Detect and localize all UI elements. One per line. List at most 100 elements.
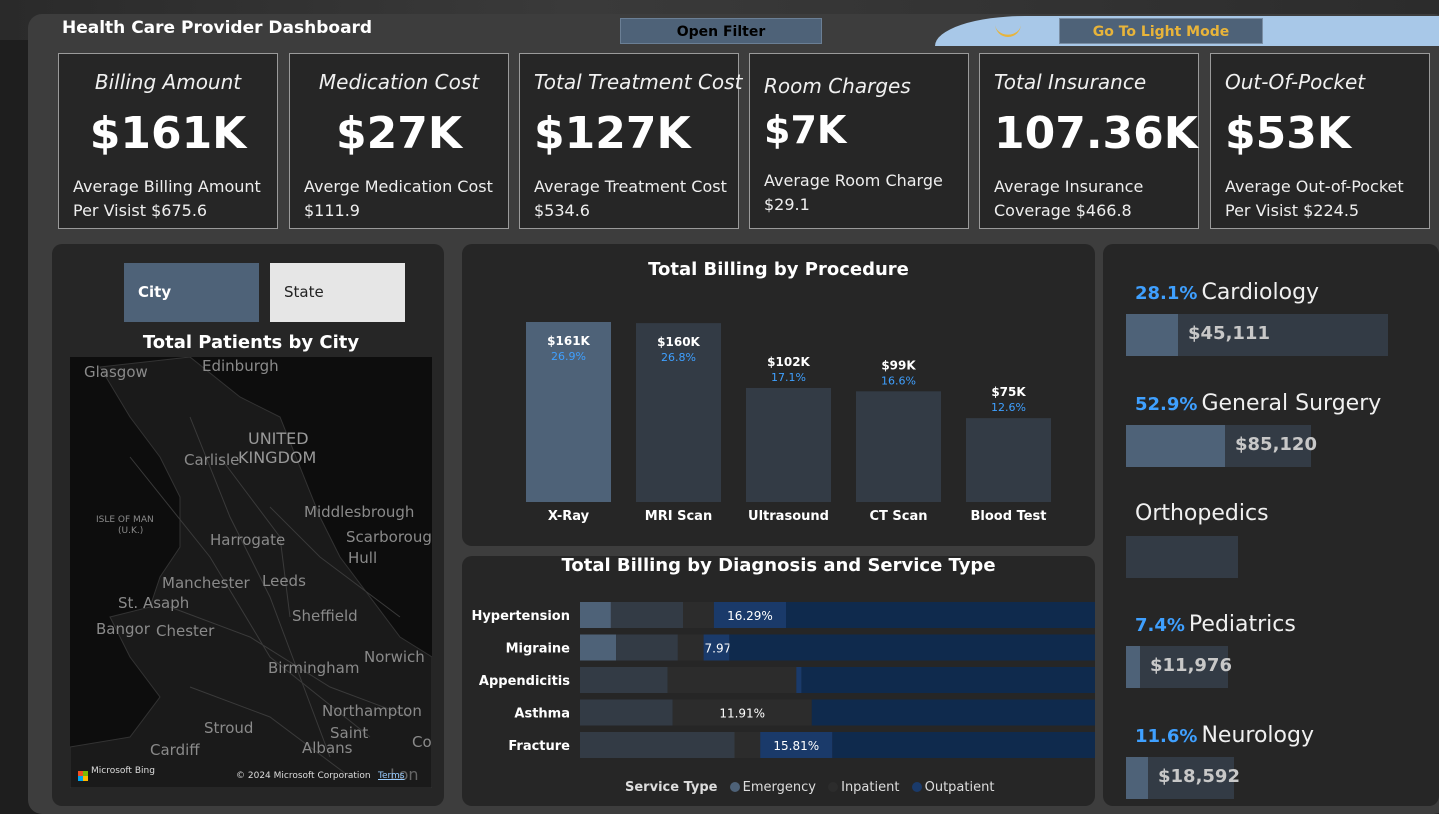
stack-segment[interactable] (801, 667, 1095, 693)
stack-segment[interactable] (811, 699, 1095, 726)
dept-value: $45,111 (1188, 323, 1270, 344)
kpi-label: Total Insurance (994, 70, 1147, 94)
stack-segment[interactable] (832, 732, 1095, 758)
category-label: Ultrasound (748, 509, 829, 524)
open-filter-button[interactable]: Open Filter (620, 18, 822, 44)
map-title: Total Patients by City (142, 332, 360, 353)
dept-bar-pediatrics[interactable]: $11,976 (1126, 646, 1232, 688)
city-map[interactable]: Glasgow Edinburgh UNITED KINGDOM Carlisl… (70, 357, 432, 788)
dept-label-pediatrics: 7.4% Pediatrics (1135, 612, 1296, 637)
map-label: Chester (156, 622, 215, 640)
procedure-bar-chart: $161K 26.9% X-Ray $160K 26.8% MRI Scan $102K 17… (526, 322, 1051, 524)
bar-blood-test[interactable] (966, 418, 1051, 502)
map-label: (U.K.) (118, 526, 144, 536)
stack-segment[interactable] (786, 602, 1095, 628)
state-toggle-button[interactable]: State (270, 263, 405, 322)
light-mode-button[interactable]: Go To Light Mode (1059, 18, 1263, 44)
map-label: Sheffield (292, 607, 358, 625)
stack-segment[interactable] (729, 634, 1095, 661)
kpi-card-room: Room Charges $7K Average Room Charge $29… (749, 53, 969, 229)
bing-label: Microsoft Bing (91, 766, 155, 776)
legend-item[interactable]: Outpatient (925, 780, 995, 795)
map-label: Hull (348, 549, 378, 567)
map-label: Stroud (204, 719, 254, 737)
page-title: Health Care Provider Dashboard (62, 18, 373, 38)
dept-bar-fill (1126, 757, 1148, 799)
stack-segment[interactable] (616, 634, 678, 661)
legend-item[interactable]: Inpatient (841, 780, 899, 795)
bar-mri-scan[interactable] (636, 323, 721, 502)
dept-pct: 28.1% (1135, 283, 1198, 304)
dept-name: Cardiology (1201, 280, 1320, 305)
stack-segment[interactable] (677, 634, 704, 661)
dept-value: $18,592 (1158, 766, 1240, 787)
category-label: Blood Test (971, 509, 1047, 524)
city-toggle-button[interactable]: City (124, 263, 259, 322)
kpi-label: Total Treatment Cost (534, 70, 743, 94)
stack-segment[interactable] (796, 667, 802, 693)
map-label: ISLE OF MAN (96, 515, 154, 525)
row-label: Migraine (506, 642, 571, 657)
kpi-subtext: Average Treatment Cost $534.6 (534, 177, 727, 220)
dept-name: Pediatrics (1188, 612, 1296, 637)
diagnosis-stacked-chart: Hypertension 16.29%Migraine 7.97%Appendici… (471, 602, 1095, 758)
row-label: Appendicitis (479, 674, 570, 689)
map-label: Harrogate (210, 531, 286, 549)
dept-pct: 7.4% (1135, 615, 1185, 636)
legend-dot-icon (911, 782, 922, 792)
map-label: Leeds (262, 572, 306, 590)
kpi-card-treatment: Total Treatment Cost $127K Average Treat… (519, 53, 743, 229)
category-label: MRI Scan (645, 509, 712, 524)
row-label: Hypertension (471, 609, 570, 624)
map-label: Albans (302, 739, 353, 757)
kpi-card-medication: Medication Cost $27K Averge Medication C… (289, 53, 509, 229)
dept-label-cardiology: 28.1% Cardiology (1135, 280, 1319, 305)
dept-bar-neurology[interactable]: $18,592 (1126, 757, 1240, 799)
bar-value-label: $160K (657, 335, 700, 349)
legend-item[interactable]: Emergency (743, 780, 816, 795)
map-label: Scarboroug (346, 528, 432, 546)
stack-segment[interactable] (580, 602, 611, 628)
dept-label-general-surgery: 52.9% General Surgery (1135, 391, 1381, 416)
map-label: Northampton (322, 702, 422, 720)
kpi-label: Room Charges (764, 74, 911, 98)
bar-x-ray[interactable] (526, 322, 611, 502)
legend-dot-icon (729, 782, 740, 792)
dept-label-orthopedics: Orthopedics (1135, 501, 1269, 526)
map-label: St. Asaph (118, 594, 190, 612)
bar-ultrasound[interactable] (746, 387, 831, 502)
stack-segment[interactable] (580, 732, 735, 758)
stack-segment[interactable] (580, 699, 673, 726)
moon-icon[interactable] (993, 18, 1023, 44)
bar-pct-label: 16.6% (881, 374, 916, 387)
map-terms-link[interactable]: Terms (378, 771, 405, 781)
kpi-value: $127K (534, 108, 691, 159)
dept-bar-general-surgery[interactable]: $85,120 (1126, 425, 1317, 467)
bar-value-label: $102K (767, 355, 810, 369)
map-label: Norwich (364, 648, 425, 666)
dept-name: Neurology (1201, 723, 1314, 748)
dept-bar-cardiology[interactable]: $45,111 (1126, 314, 1388, 356)
bar-pct-label: 17.1% (771, 371, 806, 384)
dept-name: General Surgery (1201, 391, 1382, 416)
dept-bar-orthopedics[interactable] (1126, 536, 1238, 578)
kpi-value: $7K (764, 108, 847, 152)
map-label: Glasgow (84, 363, 148, 381)
bar-ct-scan[interactable] (856, 391, 941, 502)
map-label: Manchester (162, 574, 250, 592)
dept-bar-fill (1126, 646, 1140, 688)
dept-value: $85,120 (1235, 434, 1317, 455)
stack-segment[interactable] (734, 732, 761, 758)
bar-pct-label: 12.6% (991, 401, 1026, 414)
kpi-label: Medication Cost (318, 70, 480, 94)
stack-segment[interactable] (580, 667, 668, 693)
map-label: Middlesbrough (304, 503, 415, 521)
kpi-value: $27K (336, 108, 462, 159)
stack-segment[interactable] (580, 634, 617, 661)
dept-pct: 52.9% (1135, 394, 1198, 415)
stack-segment[interactable] (683, 602, 714, 628)
service-type-legend: Service Type Emergency Inpatient Outpati… (625, 780, 994, 795)
kpi-subtext: Average Out-of-Pocket Per Visist $224.5 (1225, 177, 1404, 220)
stack-segment[interactable] (610, 602, 683, 628)
stack-segment[interactable] (667, 667, 797, 693)
